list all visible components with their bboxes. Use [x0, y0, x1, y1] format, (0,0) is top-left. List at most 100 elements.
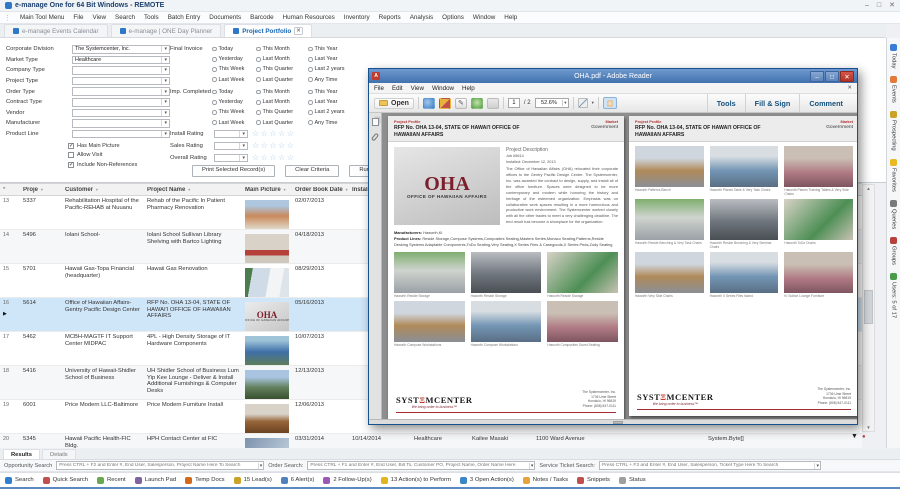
menu-item[interactable]: Batch Entry — [168, 14, 201, 21]
radio-button[interactable] — [256, 120, 261, 125]
filter-funnel-icon[interactable]: ▼ — [187, 188, 191, 192]
menu-item[interactable]: Analysis — [410, 14, 433, 21]
status-item[interactable]: 3 Open Action(s) — [459, 476, 514, 484]
filter-combo[interactable]: ▾ — [72, 87, 170, 96]
filter-funnel-icon[interactable]: ▼ — [40, 188, 44, 192]
sidebar-item[interactable]: Users: 5 of 17 — [890, 273, 897, 318]
rating-stars-icon[interactable]: ☆☆☆☆☆ — [252, 130, 295, 138]
comment-button[interactable]: Comment — [799, 94, 852, 112]
sidebar-item[interactable]: Queries — [890, 199, 897, 229]
status-item[interactable]: Snippets — [577, 476, 610, 484]
filter-combo[interactable]: ▾ — [72, 108, 170, 118]
page-thumbnails-icon[interactable] — [371, 118, 379, 126]
status-item[interactable]: Notes / Tasks — [522, 476, 568, 484]
menu-item[interactable]: Documents — [209, 14, 241, 21]
radio-button[interactable] — [256, 57, 261, 62]
tab[interactable]: e-manage Events Calendar — [4, 24, 108, 37]
radio-button[interactable] — [308, 120, 313, 125]
filter-combo[interactable]: ▾ — [72, 66, 170, 75]
filter-combo[interactable]: Healthcare ▾ — [72, 55, 170, 65]
radio-button[interactable] — [308, 89, 313, 95]
menu-item[interactable]: Main Tool Menu — [20, 14, 64, 21]
minimize-icon[interactable]: – — [865, 1, 869, 11]
sidebar-item[interactable]: Prospecting — [890, 111, 897, 151]
filter-combo[interactable]: ▾ — [72, 119, 170, 128]
chevron-down-icon[interactable]: ▾ — [592, 100, 594, 106]
radio-button[interactable] — [308, 67, 313, 72]
menu-item[interactable]: Reports — [379, 14, 401, 21]
scroll-grip[interactable] — [613, 421, 623, 424]
filter-funnel-icon[interactable]: ▼ — [95, 188, 99, 192]
rating-stars-icon[interactable]: ☆☆☆☆☆ — [252, 154, 295, 162]
radio-button[interactable] — [256, 100, 261, 105]
adobe-menu-item[interactable]: File — [374, 85, 384, 92]
scroll-up-icon[interactable]: ▲ — [863, 186, 874, 191]
status-item[interactable]: Quick Search — [42, 476, 88, 484]
radio-button[interactable] — [308, 110, 313, 115]
menu-item[interactable]: Human Resources — [283, 14, 335, 21]
adobe-menu-item[interactable]: View — [411, 85, 424, 92]
radio-button[interactable] — [256, 46, 261, 52]
table-row[interactable]: 20 5345 Hawaii Pacific Health-FIC Bldg. HPH… — [0, 434, 862, 448]
menu-item[interactable]: Options — [442, 14, 464, 21]
menu-item[interactable]: Window — [473, 14, 495, 21]
grid-vertical-scrollbar[interactable]: ▲ ▼ — [862, 184, 875, 432]
menu-item[interactable]: Search — [115, 14, 135, 21]
adobe-maximize-icon[interactable]: □ — [825, 70, 839, 82]
adobe-menu-item[interactable]: Edit — [392, 85, 403, 92]
tab[interactable]: Project Portfolio ✕ — [224, 24, 312, 37]
column-header[interactable]: Main Picture ▼ — [242, 187, 292, 193]
radio-button[interactable] — [212, 100, 217, 105]
radio-button[interactable] — [212, 89, 217, 95]
sidebar-item[interactable]: Favorites — [890, 158, 897, 192]
opportunity-search-input[interactable] — [57, 462, 258, 469]
tab-close-icon[interactable]: ✕ — [294, 27, 303, 35]
status-item[interactable]: Temp Docs — [185, 476, 225, 484]
adobe-close-icon[interactable]: ✕ — [840, 70, 854, 82]
zoom-fit-icon[interactable] — [577, 98, 588, 108]
radio-button[interactable] — [212, 110, 217, 115]
adobe-menu-item[interactable]: Help — [462, 85, 475, 92]
open-button[interactable]: Open — [374, 97, 414, 109]
document-close-icon[interactable]: ✕ — [847, 85, 852, 91]
fill-sign-button[interactable]: Fill & Sign — [744, 94, 800, 112]
status-item[interactable]: 15 Lead(s) — [233, 476, 272, 484]
radio-button[interactable] — [212, 77, 217, 82]
rating-combo[interactable]: ▾ — [214, 129, 248, 139]
radio-button[interactable] — [256, 67, 261, 72]
sign-icon[interactable]: ✎ — [454, 97, 467, 109]
order-search-input[interactable] — [308, 462, 529, 469]
checkbox[interactable]: ✓ — [68, 142, 74, 149]
rating-stars-icon[interactable]: ☆☆☆☆☆ — [252, 142, 295, 150]
filter-combo[interactable]: ▾ — [72, 98, 170, 107]
status-item[interactable]: Search — [5, 476, 34, 484]
current-record-icon[interactable]: ● — [862, 433, 866, 441]
chevron-down-icon[interactable]: ▾ — [257, 462, 264, 469]
tab[interactable]: e-manage | ONE Day Planner — [110, 24, 222, 37]
attachments-paperclip-icon[interactable] — [370, 132, 380, 142]
filter-combo[interactable]: ▾ — [72, 76, 170, 86]
status-item[interactable]: 13 Action(s) to Perform — [380, 476, 451, 484]
tools-button[interactable]: Tools — [706, 94, 745, 112]
filter-combo[interactable]: ▾ — [72, 129, 170, 139]
chevron-down-icon[interactable]: ▾ — [814, 462, 820, 469]
filter-funnel-icon[interactable]: ▼ — [283, 188, 287, 192]
move-down-icon[interactable]: ▼ — [851, 433, 858, 441]
adobe-minimize-icon[interactable]: – — [810, 70, 824, 82]
page-number-input[interactable]: 1 — [507, 98, 520, 108]
radio-button[interactable] — [308, 57, 313, 62]
radio-button[interactable] — [212, 120, 217, 125]
sidebar-item[interactable]: Groups — [890, 236, 897, 265]
filter-combo[interactable]: The Systemcenter, Inc. ▾ — [72, 45, 170, 54]
radio-button[interactable] — [212, 46, 217, 52]
email-icon[interactable] — [438, 97, 451, 109]
rating-combo[interactable]: ▾ — [214, 153, 248, 163]
radio-button[interactable] — [256, 89, 261, 95]
sidebar-item[interactable]: Today — [890, 44, 897, 68]
menu-item[interactable]: View — [93, 14, 107, 21]
hand-tool-button[interactable] — [602, 97, 617, 109]
filter-button[interactable]: Clear Criteria — [285, 165, 340, 177]
radio-button[interactable] — [308, 100, 313, 105]
status-item[interactable]: Launch Pad — [134, 476, 176, 484]
pdf-content-area[interactable]: Project Profile Market RFP No. OHA 13-04… — [382, 113, 857, 419]
